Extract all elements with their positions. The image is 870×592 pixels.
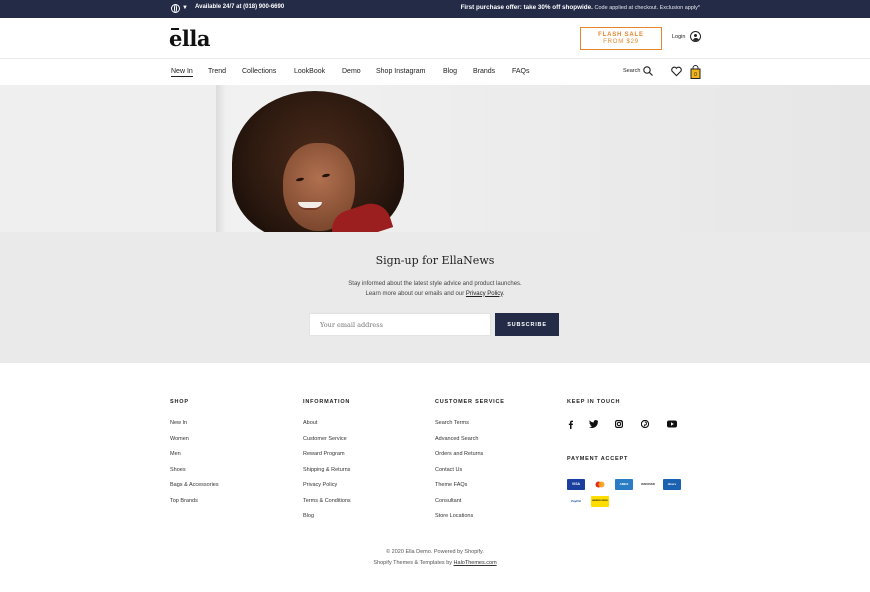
- footer-col-customer-service: CUSTOMER SERVICE Search Terms Advanced S…: [435, 399, 505, 528]
- nav-item-trend[interactable]: Trend: [208, 68, 226, 75]
- visa-card-icon: VISA: [567, 479, 585, 490]
- nav-item-demo[interactable]: Demo: [342, 68, 361, 75]
- search-icon[interactable]: [643, 66, 653, 76]
- diners-card-icon: diners: [663, 479, 681, 490]
- footer-link[interactable]: Top Brands: [170, 497, 219, 513]
- flash-sale-price: FROM $29: [603, 39, 639, 45]
- search-label[interactable]: Search: [623, 68, 640, 74]
- newsletter-description: Stay informed about the latest style adv…: [0, 280, 870, 299]
- footer-link[interactable]: Customer Service: [303, 435, 351, 451]
- western-union-card-icon: western union: [591, 496, 609, 507]
- mastercard-icon: [591, 479, 609, 490]
- instagram-icon[interactable]: [615, 420, 623, 428]
- footer-link[interactable]: Contact Us: [435, 466, 505, 482]
- youtube-icon[interactable]: [667, 420, 677, 428]
- footer-link[interactable]: New In: [170, 419, 219, 435]
- footer-heading-customer-service: CUSTOMER SERVICE: [435, 399, 505, 405]
- footer-link[interactable]: Advanced Search: [435, 435, 505, 451]
- copyright-line2: Shopify Themes & Templates by: [373, 560, 453, 566]
- hero-backdrop: [0, 85, 216, 232]
- nav-item-lookbook[interactable]: LookBook: [294, 68, 325, 75]
- footer-link[interactable]: Reward Program: [303, 450, 351, 466]
- footer-link[interactable]: Blog: [303, 512, 351, 528]
- footer-link[interactable]: Theme FAQs: [435, 481, 505, 497]
- globe-icon[interactable]: [171, 4, 180, 13]
- footer-link[interactable]: Shipping & Returns: [303, 466, 351, 482]
- nav-item-collections[interactable]: Collections: [242, 68, 276, 75]
- site-header: ella FLASH SALE FROM $29 Login: [0, 18, 870, 59]
- footer-col-information: INFORMATION About Customer Service Rewar…: [303, 399, 351, 528]
- nav-item-blog[interactable]: Blog: [443, 68, 457, 75]
- footer-col-keep-in-touch: KEEP IN TOUCH: [567, 399, 620, 419]
- footer-col-shop: SHOP New In Women Men Shoes Bags & Acces…: [170, 399, 219, 512]
- subscribe-button[interactable]: SUBSCRIBE: [495, 313, 559, 336]
- nav-item-shop-instagram[interactable]: Shop Instagram: [376, 68, 425, 75]
- newsletter-line2-end: .: [502, 290, 505, 297]
- availability-text: Available 24/7 at (018) 900-6690: [195, 4, 285, 10]
- login-link[interactable]: Login: [672, 34, 685, 40]
- email-field[interactable]: [309, 313, 491, 336]
- main-nav: New In Trend Collections LookBook Demo S…: [0, 60, 870, 85]
- paypal-card-icon: PayPal: [567, 496, 585, 507]
- flash-sale-title: FLASH SALE: [598, 32, 644, 38]
- site-footer: SHOP New In Women Men Shoes Bags & Acces…: [0, 363, 870, 592]
- pinterest-icon[interactable]: [641, 420, 649, 428]
- newsletter-section: Sign-up for EllaNews Stay informed about…: [0, 232, 870, 363]
- promo-offer-note: Code applied at checkout. Exclusion appl…: [594, 5, 700, 11]
- nav-item-faqs[interactable]: FAQs: [512, 68, 530, 75]
- footer-link[interactable]: Store Locations: [435, 512, 505, 528]
- heart-icon[interactable]: [671, 66, 682, 77]
- promo-offer: First purchase offer: take 30% off shopw…: [461, 4, 700, 11]
- hero-backdrop-edge: [216, 85, 226, 232]
- footer-link[interactable]: About: [303, 419, 351, 435]
- copyright-line1: © 2020 Ella Demo. Powered by Shopify.: [386, 549, 484, 555]
- amex-card-icon: AMEX: [615, 479, 633, 490]
- newsletter-line1: Stay informed about the latest style adv…: [348, 281, 522, 287]
- footer-heading-information: INFORMATION: [303, 399, 351, 405]
- chevron-down-icon[interactable]: ▼: [182, 5, 188, 11]
- footer-link[interactable]: Privacy Policy: [303, 481, 351, 497]
- footer-link[interactable]: Orders and Returns: [435, 450, 505, 466]
- site-logo[interactable]: ella: [169, 26, 210, 51]
- hero-banner-image[interactable]: [0, 85, 870, 232]
- svg-text:0: 0: [694, 72, 697, 78]
- twitter-icon[interactable]: [589, 420, 598, 428]
- halothemes-link[interactable]: HaloThemes.com: [454, 560, 497, 566]
- user-icon[interactable]: [690, 31, 701, 42]
- footer-link[interactable]: Men: [170, 450, 219, 466]
- footer-link[interactable]: Women: [170, 435, 219, 451]
- footer-heading-keep-in-touch: KEEP IN TOUCH: [567, 399, 621, 405]
- discover-card-icon: DISCOVER: [639, 479, 657, 490]
- nav-item-new-in[interactable]: New In: [171, 68, 193, 77]
- footer-heading-shop: SHOP: [170, 399, 189, 405]
- flash-sale-banner[interactable]: FLASH SALE FROM $29: [580, 27, 662, 50]
- facebook-icon[interactable]: [567, 420, 574, 429]
- nav-item-brands[interactable]: Brands: [473, 68, 495, 75]
- footer-link[interactable]: Bags & Accessories: [170, 481, 219, 497]
- privacy-policy-link[interactable]: Privacy Policy: [466, 291, 503, 297]
- promo-offer-main: First purchase offer: take 30% off shopw…: [460, 4, 593, 11]
- newsletter-title: Sign-up for EllaNews: [375, 254, 495, 267]
- payment-heading: PAYMENT ACCEPT: [567, 456, 629, 462]
- footer-link[interactable]: Consultant: [435, 497, 505, 513]
- announcement-bar: ▼ Available 24/7 at (018) 900-6690 First…: [0, 0, 870, 18]
- footer-link[interactable]: Search Terms: [435, 419, 505, 435]
- footer-link[interactable]: Terms & Conditions: [303, 497, 351, 513]
- footer-link[interactable]: Shoes: [170, 466, 219, 482]
- shopping-bag-icon[interactable]: 0: [690, 65, 701, 79]
- copyright: © 2020 Ella Demo. Powered by Shopify. Sh…: [0, 547, 870, 569]
- newsletter-line2: Learn more about our emails and our: [365, 290, 465, 297]
